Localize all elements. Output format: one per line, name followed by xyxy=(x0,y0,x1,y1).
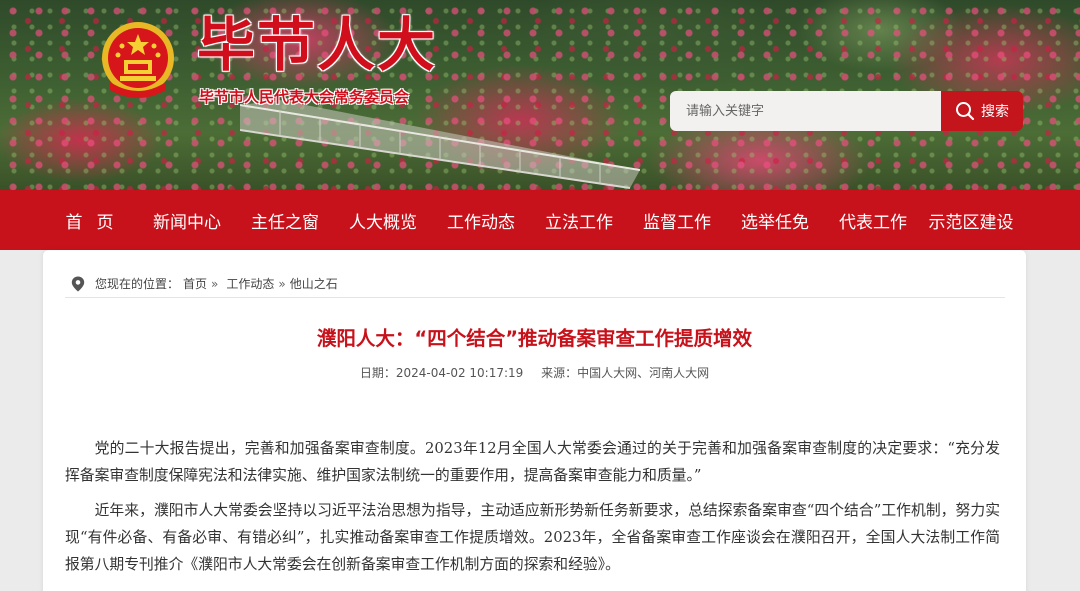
main-nav: 首页 新闻中心 主任之窗 人大概览 工作动态 立法工作 监督工作 选举任免 代表… xyxy=(0,190,1080,250)
search-input[interactable] xyxy=(670,91,942,131)
breadcrumb-current[interactable]: 他山之石 xyxy=(290,275,338,292)
breadcrumb-home[interactable]: 首页 xyxy=(183,275,207,292)
article-paragraph: 近年来，濮阳市人大常委会坚持以习近平法治思想为指导，主动适应新形势新任务新要求，… xyxy=(65,502,1000,573)
search-button[interactable]: 搜索 xyxy=(941,91,1023,131)
search-icon xyxy=(956,102,975,121)
nav-item-news[interactable]: 新闻中心 xyxy=(138,208,236,233)
article-meta: 日期：2024-04-02 10:17:19 来源：中国人大网、河南人大网 xyxy=(43,364,1026,381)
breadcrumb-separator: » xyxy=(278,276,286,291)
nav-item-director-window[interactable]: 主任之窗 xyxy=(236,208,334,233)
nav-item-overview[interactable]: 人大概览 xyxy=(334,208,432,233)
article-date: 日期：2024-04-02 10:17:19 xyxy=(359,366,524,380)
breadcrumb-work-news[interactable]: 工作动态 xyxy=(226,275,274,292)
article-paragraph: 党的二十大报告提出，完善和加强备案审查制度。2023年12月全国人大常委会通过的… xyxy=(65,440,1000,484)
breadcrumb-separator: » xyxy=(211,276,219,291)
nav-item-work-news[interactable]: 工作动态 xyxy=(432,208,530,233)
breadcrumb-divider xyxy=(65,297,1005,298)
nav-item-deputies[interactable]: 代表工作 xyxy=(824,208,922,233)
breadcrumb-prefix: 您现在的位置： xyxy=(95,277,180,291)
site-title[interactable]: 毕节人大 xyxy=(197,10,437,80)
nav-item-demo-zone[interactable]: 示范区建设 xyxy=(922,208,1020,233)
location-pin-icon xyxy=(71,276,85,291)
header-banner: 毕节人大 毕节市人民代表大会常务委员会 搜索 xyxy=(0,0,1080,190)
site-subtitle: 毕节市人民代表大会常务委员会 xyxy=(199,88,410,106)
search-button-label: 搜索 xyxy=(981,104,1009,120)
article-title: 濮阳人大：“四个结合”推动备案审查工作提质增效 xyxy=(316,327,753,350)
nav-item-elections[interactable]: 选举任免 xyxy=(726,208,824,233)
national-emblem-icon xyxy=(102,22,174,98)
breadcrumb: 您现在的位置： 首页 » 工作动态 » 他山之石 xyxy=(71,275,338,292)
nav-item-home[interactable]: 首页 xyxy=(48,208,138,233)
nav-item-legislation[interactable]: 立法工作 xyxy=(530,208,628,233)
bridge-illustration xyxy=(240,100,640,189)
article-card: 您现在的位置： 首页 » 工作动态 » 他山之石 濮阳人大：“四个结合”推动备案… xyxy=(43,250,1026,591)
nav-item-supervision[interactable]: 监督工作 xyxy=(628,208,726,233)
article-source: 来源：中国人大网、河南人大网 xyxy=(541,366,710,380)
